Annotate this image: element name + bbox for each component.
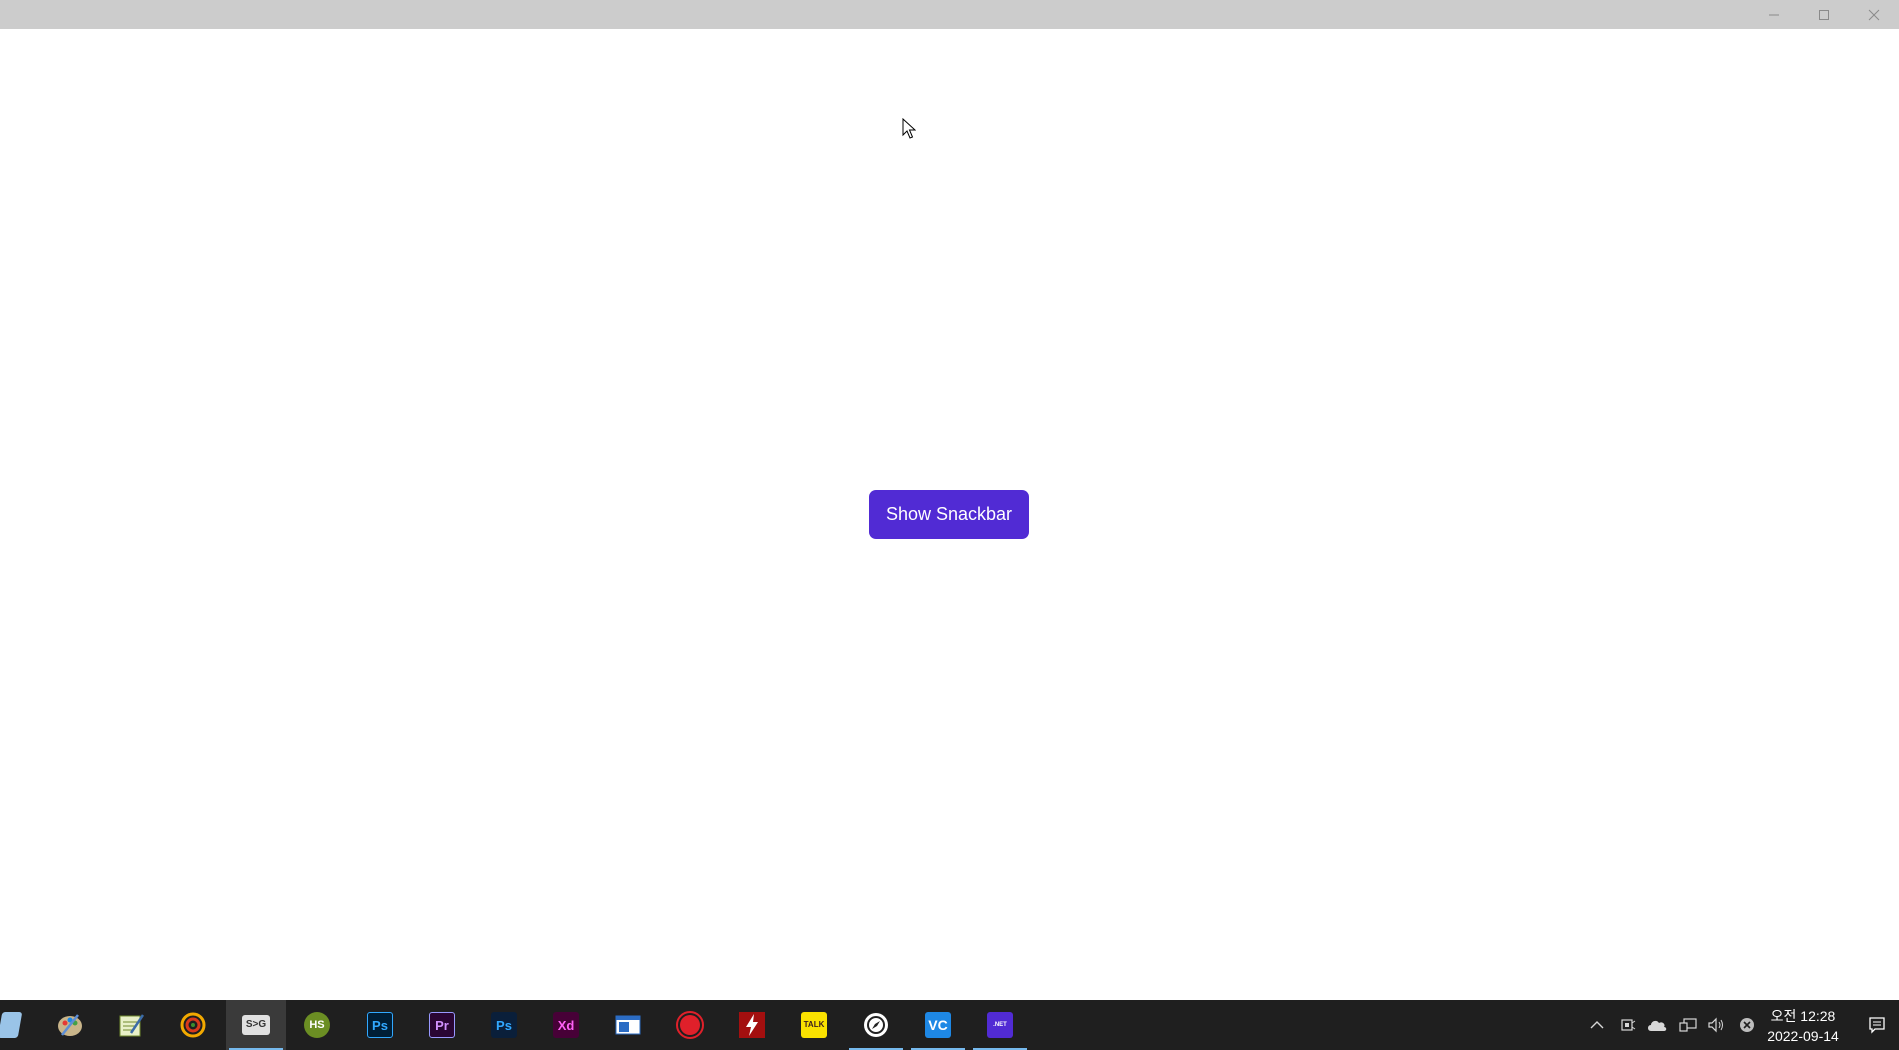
xd-icon: Xd [553,1012,579,1038]
photoshop-icon-2: Ps [491,1012,517,1038]
tray-meet-button[interactable] [1617,1013,1639,1037]
mouse-pointer-icon [902,118,916,139]
taskbar-app-vscode[interactable]: VC [908,1000,968,1050]
compass-icon [864,1013,888,1037]
taskbar-app-dotnet[interactable]: .NET [970,1000,1030,1050]
taskbar-app-notepad[interactable] [101,1000,161,1050]
maximize-icon [1819,9,1829,20]
premiere-icon: Pr [429,1012,455,1038]
tray-volume-button[interactable] [1705,1013,1727,1037]
app-content: Show Snackbar [0,29,1899,1000]
tray-network-button[interactable] [1677,1013,1699,1037]
taskbar-app-photoshop-2[interactable]: Ps [474,1000,534,1050]
window-app-icon [615,1015,641,1035]
taskbar-app-photoshop[interactable]: Ps [350,1000,410,1050]
notification-center-button[interactable] [1862,1013,1892,1037]
taskbar-app-hs[interactable]: HS [287,1000,347,1050]
close-icon [1868,9,1880,20]
close-circle-icon [1740,1018,1754,1032]
chevron-up-icon [1590,1021,1604,1029]
taskbar-app-cmd[interactable]: S>G [226,1000,286,1050]
taskbar: S>G HS Ps Pr Ps Xd TALK VC .NET 오전 12:28… [0,1000,1899,1050]
terminal-icon: S>G [242,1015,270,1035]
file-app-icon [0,1012,23,1038]
taskbar-app-window[interactable] [598,1000,658,1050]
dotnet-icon: .NET [987,1012,1013,1038]
clock-time: 오전 12:28 [1770,1008,1836,1024]
vscode-icon: VC [925,1012,951,1038]
close-button[interactable] [1849,0,1899,29]
show-hidden-icons-button[interactable] [1586,1013,1608,1037]
volume-icon [1708,1017,1723,1033]
taskbar-app-file[interactable] [0,1000,40,1050]
taskbar-app-kakaotalk[interactable]: TALK [784,1000,844,1050]
hs-icon: HS [304,1012,330,1038]
taskbar-clock[interactable]: 오전 12:28 2022-09-14 [1760,1006,1846,1046]
taskbar-app-record[interactable] [660,1000,720,1050]
taskbar-app-chameleon[interactable] [163,1000,223,1050]
taskbar-app-flash[interactable] [722,1000,782,1050]
notepad-icon [119,1014,145,1037]
show-snackbar-button[interactable]: Show Snackbar [869,490,1029,539]
tray-onedrive-button[interactable] [1646,1013,1668,1037]
clock-date: 2022-09-14 [1767,1028,1839,1044]
taskbar-app-premiere[interactable]: Pr [412,1000,472,1050]
notification-icon [1869,1017,1885,1034]
network-icon [1679,1018,1697,1032]
maximize-button[interactable] [1799,0,1849,29]
paint-palette-icon [58,1014,82,1036]
record-icon [676,1011,704,1039]
title-bar [0,0,1899,29]
flash-icon [739,1012,765,1038]
taskbar-app-xd[interactable]: Xd [536,1000,596,1050]
meet-icon [1621,1019,1636,1031]
kakaotalk-icon: TALK [801,1012,827,1038]
photoshop-icon: Ps [367,1012,393,1038]
taskbar-app-paint[interactable] [40,1000,100,1050]
onedrive-icon [1648,1020,1667,1031]
tray-status-button[interactable] [1736,1013,1758,1037]
minimize-icon [1769,14,1779,15]
chameleon-icon [180,1012,206,1038]
taskbar-app-compass[interactable] [846,1000,906,1050]
minimize-button[interactable] [1749,0,1799,29]
